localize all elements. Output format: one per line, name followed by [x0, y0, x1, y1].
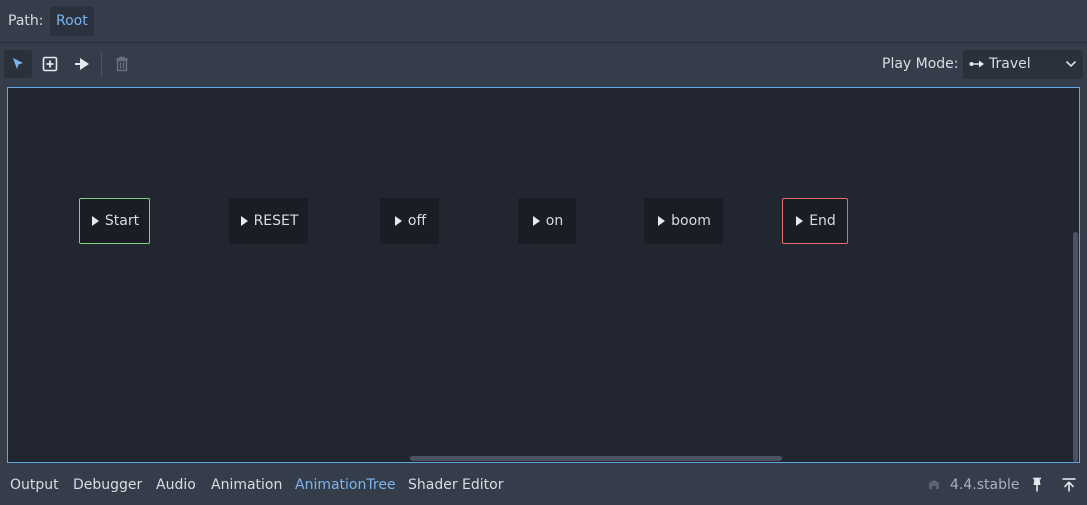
- connect-transition-icon: [75, 58, 89, 70]
- state-node-end[interactable]: End: [782, 198, 848, 244]
- state-node-start[interactable]: Start: [79, 198, 150, 244]
- state-node-boom[interactable]: boom: [644, 198, 723, 244]
- state-machine-graph[interactable]: Start RESET off on boom End: [7, 87, 1080, 463]
- toolbar-separator: [101, 52, 102, 77]
- path-bar: Path: Root: [0, 0, 1087, 42]
- vertical-scrollbar[interactable]: [1073, 232, 1078, 462]
- delete-icon: [116, 56, 128, 72]
- travel-icon: [969, 60, 984, 68]
- play-icon[interactable]: [796, 216, 804, 226]
- path-root-button[interactable]: Root: [50, 6, 94, 36]
- tab-output[interactable]: Output: [10, 475, 59, 495]
- state-node-label: End: [809, 213, 836, 229]
- path-label: Path:: [8, 13, 44, 29]
- play-icon[interactable]: [532, 216, 540, 226]
- godot-icon: [929, 480, 939, 489]
- tab-debugger[interactable]: Debugger: [73, 475, 142, 495]
- create-node-button[interactable]: [36, 50, 64, 78]
- tab-audio[interactable]: Audio: [156, 475, 196, 495]
- delete-button[interactable]: [108, 50, 136, 78]
- state-node-label: on: [545, 213, 564, 229]
- tab-animationtree[interactable]: AnimationTree: [295, 475, 396, 495]
- expand-panel-icon[interactable]: [1061, 477, 1077, 493]
- add-node-icon: [42, 56, 58, 72]
- bottom-panel-bar: Output Debugger Audio Animation Animatio…: [0, 465, 1087, 505]
- state-node-label: Start: [104, 213, 140, 229]
- state-node-on[interactable]: on: [518, 198, 576, 244]
- play-mode-label: Play Mode:: [882, 56, 959, 72]
- state-node-label: off: [407, 213, 427, 229]
- play-icon[interactable]: [240, 216, 248, 226]
- play-icon[interactable]: [658, 216, 666, 226]
- chevron-down-icon: [1065, 60, 1077, 68]
- tab-shader-editor[interactable]: Shader Editor: [408, 475, 503, 495]
- state-node-reset[interactable]: RESET: [229, 198, 308, 244]
- state-node-label: RESET: [253, 213, 299, 229]
- play-icon[interactable]: [394, 216, 402, 226]
- pin-icon[interactable]: [1030, 477, 1044, 493]
- play-mode-select[interactable]: Travel: [963, 50, 1083, 79]
- connect-nodes-button[interactable]: [68, 50, 96, 78]
- play-mode-value: Travel: [989, 56, 1031, 72]
- state-machine-toolbar: Play Mode: Travel: [0, 43, 1087, 86]
- select-tool-button[interactable]: [4, 50, 32, 78]
- tab-animation[interactable]: Animation: [211, 475, 282, 495]
- state-node-off[interactable]: off: [380, 198, 439, 244]
- version-label[interactable]: 4.4.stable: [950, 475, 1019, 495]
- state-node-label: boom: [671, 213, 711, 229]
- play-icon[interactable]: [91, 216, 99, 226]
- horizontal-scrollbar[interactable]: [410, 456, 782, 461]
- select-icon: [13, 58, 23, 69]
